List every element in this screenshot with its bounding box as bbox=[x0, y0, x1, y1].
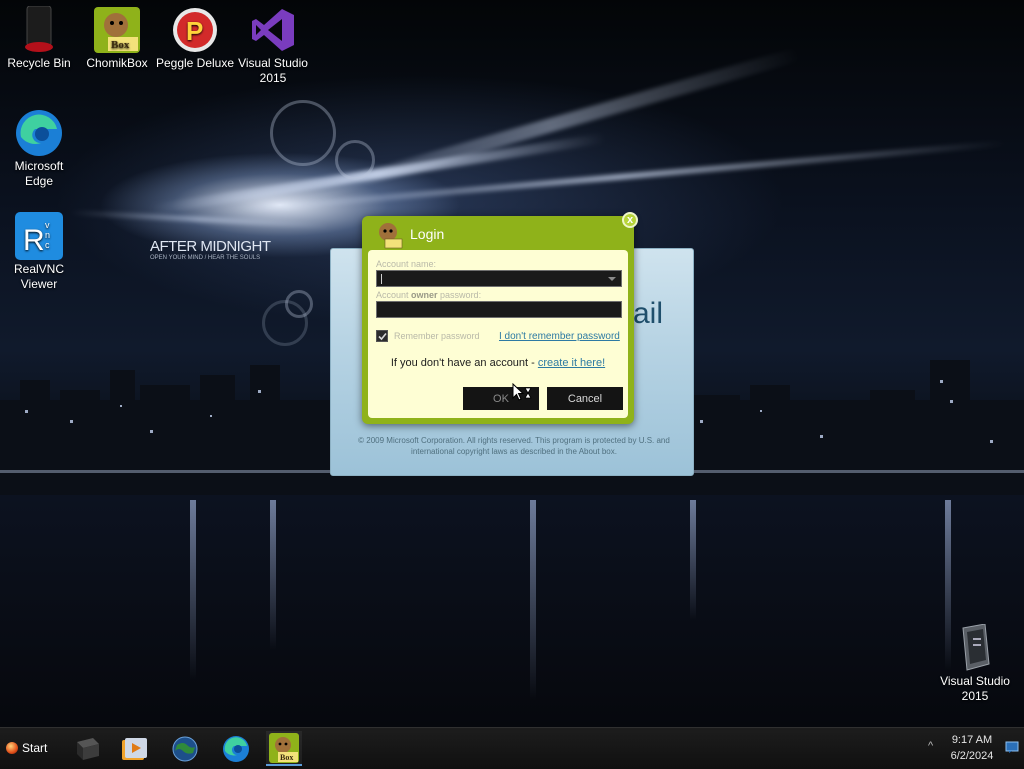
app-icon bbox=[77, 737, 99, 760]
realvnc-icon: Rvnc bbox=[15, 212, 63, 260]
login-form: Account name: Account owner password: Re… bbox=[368, 250, 628, 418]
edge-icon bbox=[15, 109, 63, 157]
login-dialog: Login x Account name: Account owner pass… bbox=[362, 212, 638, 424]
show-hidden-icons-button[interactable]: ^ bbox=[928, 740, 933, 752]
desktop-icon-peggle[interactable]: P Peggle Deluxe bbox=[155, 6, 235, 71]
globe-icon bbox=[172, 736, 198, 761]
cancel-button[interactable]: Cancel bbox=[547, 387, 623, 410]
desktop-icon-recycle-bin[interactable]: Recycle Bin bbox=[0, 6, 79, 71]
password-field[interactable] bbox=[376, 301, 622, 318]
desktop-icon-edge[interactable]: Microsoft Edge bbox=[0, 109, 79, 189]
remember-password-checkbox[interactable] bbox=[376, 330, 388, 342]
svg-text:Box: Box bbox=[111, 39, 130, 51]
taskbar-chomikbox-button[interactable]: Box bbox=[266, 731, 302, 766]
wallpaper-tagline: OPEN YOUR MIND / HEAR THE SOULS bbox=[150, 255, 261, 261]
remember-password-label: Remember password bbox=[394, 331, 480, 341]
login-title: Login bbox=[410, 226, 445, 242]
checkmark-icon bbox=[378, 332, 387, 341]
svg-text:R: R bbox=[23, 224, 45, 257]
svg-text:c: c bbox=[45, 240, 50, 250]
desktop-icon-visual-studio[interactable]: Visual Studio 2015 bbox=[233, 6, 313, 86]
chevron-down-icon[interactable] bbox=[608, 277, 616, 281]
no-account-text: If you don't have an account - create it… bbox=[390, 357, 606, 369]
recycle-bin-icon bbox=[15, 6, 63, 54]
desktop-icon-chomikbox[interactable]: Box ChomikBox bbox=[77, 6, 157, 71]
chomikbox-icon: Box bbox=[93, 6, 141, 54]
notification-icon[interactable] bbox=[1005, 740, 1019, 754]
chomikbox-logo-icon bbox=[379, 223, 403, 249]
start-button[interactable]: Start bbox=[2, 734, 56, 762]
text-caret bbox=[381, 274, 382, 284]
peggle-icon: P bbox=[171, 6, 219, 54]
edge-icon bbox=[223, 735, 249, 762]
account-name-label: Account name: bbox=[376, 259, 437, 269]
busy-cursor-icon bbox=[512, 383, 532, 401]
water-reflection bbox=[0, 495, 1024, 727]
clock-time: 9:17 AM bbox=[951, 734, 993, 746]
chomikbox-icon: Box bbox=[269, 732, 299, 763]
desktop-icon-visual-studio-shortcut[interactable]: Visual Studio 2015 bbox=[935, 624, 1015, 704]
create-account-link[interactable]: create it here! bbox=[538, 357, 605, 369]
svg-text:P: P bbox=[186, 16, 203, 46]
taskbar: Start Box ^ 9:17 AM 6/2/2024 bbox=[0, 727, 1024, 769]
taskbar-media-player-button[interactable] bbox=[116, 731, 152, 766]
taskbar-edge-button[interactable] bbox=[218, 731, 254, 766]
wallpaper-brand: AFTER MIDNIGHT OPEN YOUR MIND / HEAR THE… bbox=[150, 238, 271, 261]
app-title-fragment: ail bbox=[632, 297, 663, 330]
svg-text:v: v bbox=[45, 220, 50, 230]
svg-text:n: n bbox=[45, 230, 50, 240]
app-copyright: © 2009 Microsoft Corporation. All rights… bbox=[358, 436, 670, 456]
media-player-icon bbox=[122, 737, 147, 760]
visual-studio-icon bbox=[249, 6, 297, 54]
start-label: Start bbox=[22, 741, 48, 755]
wallpaper-title: AFTER MIDNIGHT bbox=[150, 238, 271, 255]
windows-orb-icon bbox=[6, 742, 18, 754]
visual-studio-shortcut-icon bbox=[951, 624, 999, 672]
taskbar-clock[interactable]: 9:17 AM 6/2/2024 bbox=[944, 732, 1000, 764]
clock-date: 6/2/2024 bbox=[950, 750, 994, 762]
close-icon[interactable]: x bbox=[622, 212, 638, 228]
taskbar-app-button[interactable] bbox=[68, 731, 104, 766]
password-label: Account owner password: bbox=[376, 290, 482, 300]
forgot-password-link[interactable]: I don't remember password bbox=[499, 331, 620, 342]
account-name-combobox[interactable] bbox=[376, 270, 622, 287]
taskbar-globe-button[interactable] bbox=[167, 731, 203, 766]
desktop-icon-realvnc[interactable]: Rvnc RealVNC Viewer bbox=[0, 212, 79, 292]
svg-text:Box: Box bbox=[280, 753, 293, 762]
